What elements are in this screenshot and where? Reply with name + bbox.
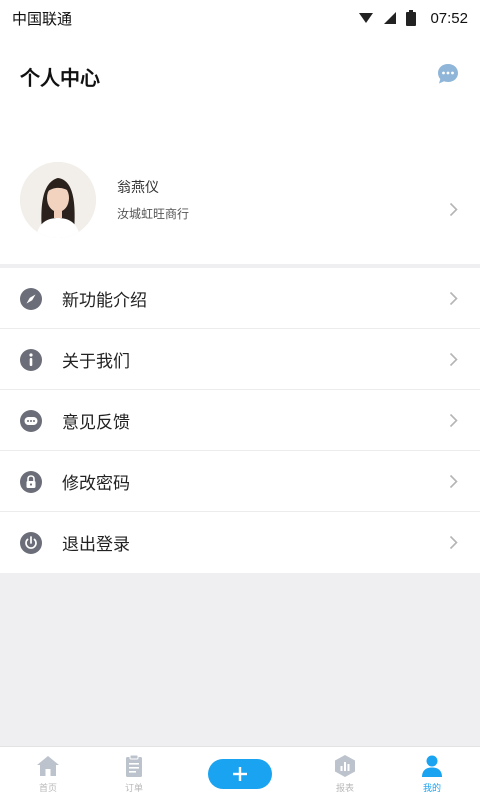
tab-home[interactable]: 首页 [0, 747, 96, 800]
status-icons: 07:52 [358, 10, 468, 27]
chevron-right-icon [449, 352, 458, 367]
menu-item-change-password[interactable]: 修改密码 [0, 451, 480, 512]
menu-label: 修改密码 [62, 473, 130, 493]
chevron-right-icon [449, 413, 458, 428]
user-company: 汝城虹旺商行 [117, 207, 190, 221]
profile-row[interactable]: 翁燕仪 汝城虹旺商行 [0, 162, 480, 242]
home-icon [37, 756, 59, 776]
user-name: 翁燕仪 [117, 179, 159, 195]
bottom-tab-bar: 首页 订单 报表 我的 [0, 746, 480, 800]
report-icon [335, 755, 355, 777]
tab-label: 报表 [335, 783, 354, 793]
info-icon [20, 349, 42, 371]
tab-orders[interactable]: 订单 [86, 747, 182, 800]
battery-icon [406, 10, 417, 26]
tab-label: 首页 [38, 783, 57, 793]
tab-mine[interactable]: 我的 [384, 747, 480, 800]
plus-icon [233, 767, 247, 781]
menu-item-logout[interactable]: 退出登录 [0, 512, 480, 573]
carrier-name: 中国联通 [12, 10, 73, 28]
lock-icon [20, 471, 42, 493]
tab-label: 订单 [124, 783, 143, 793]
chevron-right-icon [449, 535, 458, 550]
page-title: 个人中心 [20, 68, 100, 90]
avatar-portrait [20, 162, 96, 238]
wifi-icon [359, 13, 374, 23]
menu-label: 意见反馈 [62, 412, 130, 432]
status-time: 07:52 [430, 9, 468, 27]
clipboard-icon [126, 754, 142, 777]
add-button[interactable] [208, 759, 272, 789]
settings-menu: 新功能介绍 关于我们 意见反馈 修改密码 退出登录 [0, 268, 480, 573]
menu-label: 新功能介绍 [62, 290, 147, 310]
menu-item-new-features[interactable]: 新功能介绍 [0, 268, 480, 329]
status-bar: 中国联通 07:52 [0, 0, 480, 36]
avatar[interactable] [20, 162, 96, 238]
menu-item-about-us[interactable]: 关于我们 [0, 329, 480, 390]
menu-label: 退出登录 [62, 535, 130, 554]
chevron-right-icon [449, 474, 458, 489]
menu-item-feedback[interactable]: 意见反馈 [0, 390, 480, 451]
chat-bubble-icon[interactable] [436, 62, 460, 86]
chevron-right-icon [449, 202, 458, 217]
power-icon [20, 532, 42, 554]
signal-icon [384, 12, 397, 24]
tab-label: 我的 [422, 783, 441, 793]
tab-reports[interactable]: 报表 [297, 747, 393, 800]
compass-icon [20, 288, 42, 310]
profile-header: 个人中心 翁燕仪 汝城虹旺商行 [0, 36, 480, 264]
user-icon [422, 755, 442, 777]
chevron-right-icon [449, 291, 458, 306]
feedback-icon [20, 410, 42, 432]
menu-label: 关于我们 [62, 351, 130, 371]
